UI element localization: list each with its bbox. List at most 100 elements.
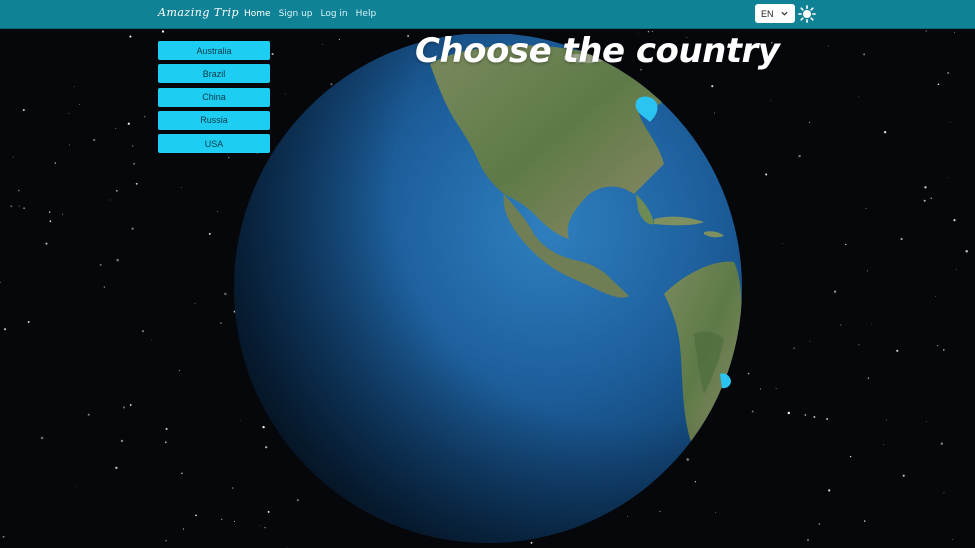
country-button-australia[interactable]: Australia xyxy=(158,41,270,60)
page-title: Choose the country xyxy=(415,31,780,71)
globe-shading xyxy=(234,34,742,543)
language-select[interactable]: EN xyxy=(755,4,795,23)
star xyxy=(947,177,949,179)
star xyxy=(770,100,772,102)
star xyxy=(73,86,75,88)
country-list: Australia Brazil China Russia USA xyxy=(158,41,270,157)
chevron-down-icon xyxy=(781,11,788,16)
star xyxy=(68,144,70,146)
star xyxy=(12,156,14,158)
star xyxy=(131,227,134,230)
star xyxy=(953,219,956,222)
star xyxy=(142,330,144,332)
star xyxy=(828,45,829,47)
star xyxy=(930,197,933,200)
star xyxy=(935,296,936,297)
star xyxy=(61,213,64,215)
star xyxy=(937,83,940,86)
star xyxy=(0,281,1,284)
star xyxy=(808,121,811,124)
star xyxy=(751,410,754,413)
language-value: EN xyxy=(761,8,774,19)
star xyxy=(220,322,222,324)
star xyxy=(103,286,106,288)
star xyxy=(902,474,905,477)
brand-logo[interactable]: Amazing Trip xyxy=(158,6,239,19)
star xyxy=(965,250,968,253)
star xyxy=(87,413,90,416)
star xyxy=(115,466,118,469)
star xyxy=(17,189,20,192)
nav-link-help[interactable]: Help xyxy=(356,9,377,19)
star xyxy=(127,122,130,125)
star xyxy=(864,520,866,522)
star xyxy=(120,439,124,443)
star xyxy=(782,243,783,244)
star xyxy=(224,292,227,296)
star xyxy=(793,347,795,350)
star xyxy=(886,419,887,421)
star xyxy=(116,190,118,192)
star xyxy=(129,404,132,406)
star xyxy=(787,411,791,415)
star xyxy=(68,113,70,114)
star xyxy=(798,154,801,158)
star xyxy=(804,414,807,416)
star xyxy=(883,444,885,446)
star xyxy=(161,30,165,33)
star xyxy=(809,340,811,342)
star xyxy=(924,186,927,189)
star xyxy=(74,486,76,487)
nav-link-home[interactable]: Home xyxy=(244,9,271,19)
star xyxy=(865,207,867,209)
star xyxy=(896,349,899,352)
country-button-usa[interactable]: USA xyxy=(158,134,270,154)
star xyxy=(178,370,180,372)
star xyxy=(871,324,873,325)
star xyxy=(22,108,25,112)
star xyxy=(93,138,96,142)
star xyxy=(144,116,146,118)
star xyxy=(947,71,950,75)
star xyxy=(863,53,866,56)
nav-link-log-in[interactable]: Log in xyxy=(321,9,348,19)
star xyxy=(164,441,167,444)
star xyxy=(883,130,887,134)
star xyxy=(858,344,860,346)
star xyxy=(217,210,219,212)
star xyxy=(954,32,955,34)
sun-icon[interactable] xyxy=(798,5,816,23)
star xyxy=(135,182,138,185)
star xyxy=(221,518,223,521)
star xyxy=(131,145,134,147)
star xyxy=(747,372,750,375)
star xyxy=(194,302,196,304)
star xyxy=(122,406,126,409)
star xyxy=(949,121,951,123)
star xyxy=(3,328,7,331)
star xyxy=(943,349,945,351)
star xyxy=(2,535,5,538)
nav-link-sign-up[interactable]: Sign up xyxy=(279,9,313,19)
star xyxy=(952,538,954,541)
star xyxy=(806,538,810,542)
star xyxy=(943,492,945,494)
star xyxy=(27,320,30,324)
star xyxy=(151,339,152,341)
country-button-china[interactable]: China xyxy=(158,87,270,107)
star xyxy=(18,205,20,207)
star xyxy=(109,199,111,201)
star xyxy=(165,539,167,542)
star xyxy=(925,30,927,32)
globe[interactable] xyxy=(234,34,744,546)
star xyxy=(116,258,119,262)
star xyxy=(10,205,13,208)
star xyxy=(114,127,117,130)
star xyxy=(900,237,903,241)
star xyxy=(208,232,211,235)
country-button-brazil[interactable]: Brazil xyxy=(158,64,270,84)
star xyxy=(866,270,869,272)
nav-links: Home Sign up Log in Help xyxy=(244,9,376,19)
star xyxy=(936,344,939,347)
country-button-russia[interactable]: Russia xyxy=(158,110,270,130)
